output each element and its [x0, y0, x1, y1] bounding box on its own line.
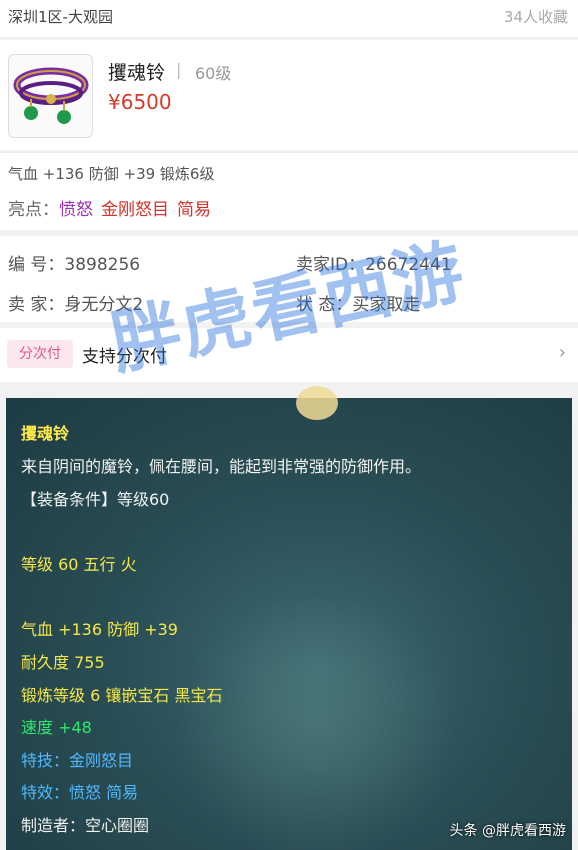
highlight-tag: 简易: [177, 200, 211, 220]
bell-bracelet-icon: [13, 67, 89, 124]
separator: |: [176, 60, 182, 79]
attributes-section: 气血 +136 防御 +39 锻炼6级 亮点：愤怒 金刚怒目 简易: [0, 152, 578, 230]
favorites-count[interactable]: 34人收藏: [504, 6, 568, 27]
server-name: 深圳1区-大观园: [8, 8, 113, 26]
item-card[interactable]: 攫魂铃 | 60级 ¥6500: [0, 40, 578, 150]
item-tooltip: 攫魂铃 来自阴间的魔铃，佩在腰间，能起到非常强的防御作用。 【装备条件】等级60…: [6, 398, 572, 850]
tooltip-forge: 锻炼等级 6 镶嵌宝石 黑宝石: [21, 686, 223, 705]
tooltip-maker: 制造者：空心圈圈: [21, 816, 150, 835]
tooltip-effect: 特效：愤怒 简易: [21, 783, 139, 802]
item-thumbnail[interactable]: [8, 54, 93, 138]
item-level: 60级: [195, 64, 232, 83]
tooltip-speed: 速度 +48: [21, 718, 92, 737]
tooltip-level-element: 等级 60 五行 火: [21, 555, 137, 574]
tooltip-skill: 特技：金刚怒目: [21, 751, 134, 770]
highlight-tag: 金刚怒目: [101, 200, 169, 220]
source-credit: 头条 @胖虎看西游: [449, 823, 566, 839]
background-swirl: [166, 598, 466, 850]
item-price: ¥6500: [108, 90, 172, 114]
chevron-right-icon: ›: [558, 342, 566, 363]
item-name: 攫魂铃: [108, 62, 166, 84]
installment-badge: 分次付: [7, 340, 73, 368]
highlights: 亮点：愤怒 金刚怒目 简易: [8, 195, 211, 220]
tooltip-durability: 耐久度 755: [21, 653, 105, 672]
tooltip-stats: 气血 +136 防御 +39: [21, 620, 178, 639]
tooltip-description: 来自阴间的魔铃，佩在腰间，能起到非常强的防御作用。: [21, 457, 422, 476]
top-bar: 深圳1区-大观园 34人收藏: [0, 0, 578, 38]
item-number: 编 号：3898256: [8, 255, 141, 275]
highlight-tag: 愤怒: [59, 200, 93, 220]
tooltip-title: 攫魂铃: [21, 424, 70, 443]
watermark-logo-icon: [296, 386, 338, 420]
attribute-line: 气血 +136 防御 +39 锻炼6级: [8, 165, 215, 183]
tooltip-requirement: 【装备条件】等级60: [21, 490, 170, 509]
highlight-label: 亮点：: [8, 200, 59, 220]
